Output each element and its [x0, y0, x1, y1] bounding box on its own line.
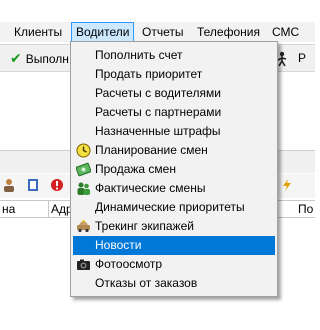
- person-icon[interactable]: [2, 178, 16, 192]
- menu-item-label: Трекинг экипажей: [95, 219, 194, 233]
- taxi-icon: [77, 220, 90, 233]
- column-header-address[interactable]: Адр: [49, 201, 72, 217]
- column-header-name[interactable]: на: [0, 201, 49, 217]
- menu-drivers[interactable]: Водители: [71, 22, 135, 42]
- menu-item-label: Планирование смен: [95, 143, 208, 157]
- bolt-icon[interactable]: [280, 178, 294, 192]
- menu-item-label: Новости: [95, 238, 142, 252]
- people-icon: [77, 182, 90, 195]
- money-icon: [76, 162, 91, 177]
- drivers-dropdown-menu: Пополнить счет Продать приоритет Расчеты…: [70, 41, 278, 297]
- tab-strip-left: [0, 150, 70, 173]
- menu-item-label: Расчеты с водителями: [95, 86, 221, 100]
- menu-item-label: Фактические смены: [95, 181, 206, 195]
- menu-item-shift-sales[interactable]: Продажа смен: [73, 160, 275, 179]
- menu-item-photo-inspection[interactable]: Фотоосмотр: [73, 255, 275, 274]
- menu-bar: Клиенты Водители Отчеты Телефония СМС: [0, 22, 315, 42]
- menu-item-label: Продать приоритет: [95, 67, 203, 81]
- menu-item-order-refusals[interactable]: Отказы от заказов: [73, 274, 275, 293]
- execute-label: Выполн: [25, 52, 69, 66]
- menu-reports[interactable]: Отчеты: [138, 22, 187, 42]
- stop-icon[interactable]: [50, 178, 64, 192]
- clock-icon: [76, 143, 91, 158]
- menu-item-news[interactable]: Новости: [73, 236, 275, 255]
- checkmark-icon: ✔: [10, 50, 22, 66]
- menu-item-label: Пополнить счет: [95, 48, 183, 62]
- camera-icon: [77, 259, 90, 270]
- menu-item-label: Отказы от заказов: [95, 276, 198, 290]
- menu-sms[interactable]: СМС: [268, 22, 303, 42]
- menu-item-label: Фотоосмотр: [95, 257, 163, 271]
- menu-item-crew-tracking[interactable]: Трекинг экипажей: [73, 217, 275, 236]
- menu-telephony[interactable]: Телефония: [193, 22, 264, 42]
- menu-item-sell-priority[interactable]: Продать приоритет: [73, 65, 275, 84]
- menu-clients[interactable]: Клиенты: [10, 22, 66, 42]
- execute-button[interactable]: ✔ Выполн: [10, 48, 69, 68]
- menu-item-driver-settlements[interactable]: Расчеты с водителями: [73, 84, 275, 103]
- menu-item-label: Расчеты с партнерами: [95, 105, 222, 119]
- menu-item-assigned-fines[interactable]: Назначенные штрафы: [73, 122, 275, 141]
- icon-toolbar: [0, 174, 70, 198]
- toolbar-right-label[interactable]: Р: [298, 48, 306, 68]
- menu-item-label: Назначенные штрафы: [95, 124, 221, 138]
- column-header-right[interactable]: По: [296, 201, 315, 217]
- document-icon[interactable]: [26, 178, 40, 192]
- menu-item-top-up-balance[interactable]: Пополнить счет: [73, 46, 275, 65]
- menu-item-shift-planning[interactable]: Планирование смен: [73, 141, 275, 160]
- menu-item-actual-shifts[interactable]: Фактические смены: [73, 179, 275, 198]
- menu-item-label: Динамические приоритеты: [95, 200, 245, 214]
- menu-item-partner-settlements[interactable]: Расчеты с партнерами: [73, 103, 275, 122]
- menu-item-dynamic-priorities[interactable]: Динамические приоритеты: [73, 198, 275, 217]
- menu-item-label: Продажа смен: [95, 162, 176, 176]
